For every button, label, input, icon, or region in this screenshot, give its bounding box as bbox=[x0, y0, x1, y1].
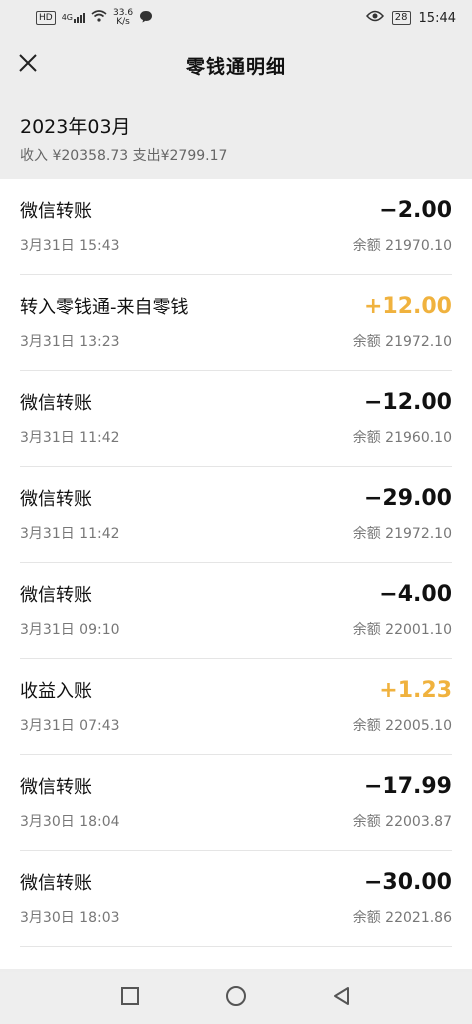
transaction-name: 微信转账 bbox=[20, 201, 92, 222]
transaction-name: 微信转账 bbox=[20, 489, 92, 510]
transaction-time: 3月30日 18:04 bbox=[20, 814, 120, 830]
transaction-name: 微信转账 bbox=[20, 585, 92, 606]
transaction-name: 微信转账 bbox=[20, 873, 92, 894]
transaction-balance: 余额 21970.10 bbox=[352, 238, 452, 254]
app-header: 零钱通明细 bbox=[0, 36, 472, 94]
transaction-amount: +12.00 bbox=[363, 293, 452, 319]
list-item[interactable]: 微信转账 −17.99 3月30日 18:04 余额 22003.87 bbox=[0, 755, 472, 851]
transaction-amount: −17.99 bbox=[363, 773, 452, 799]
triangle-back-icon bbox=[332, 986, 352, 1010]
system-nav-bar bbox=[0, 972, 472, 1024]
status-bar: HD 4G 33.6 K/s 28 15:44 bbox=[0, 0, 472, 36]
transaction-balance: 余额 22003.87 bbox=[352, 814, 452, 830]
transaction-amount: −30.00 bbox=[363, 869, 452, 895]
transaction-time: 3月31日 15:43 bbox=[20, 238, 120, 254]
network-type: 4G bbox=[61, 13, 73, 22]
eye-icon bbox=[365, 10, 384, 26]
recent-apps-button[interactable] bbox=[118, 986, 142, 1010]
transaction-time: 3月31日 11:42 bbox=[20, 526, 120, 542]
list-item[interactable]: 微信转账 −2.00 3月31日 15:43 余额 21970.10 bbox=[0, 179, 472, 275]
transaction-amount: −4.00 bbox=[379, 581, 452, 607]
transaction-balance: 余额 22005.10 bbox=[352, 718, 452, 734]
transaction-amount: +1.23 bbox=[379, 677, 452, 703]
transaction-name: 微信转账 bbox=[20, 777, 92, 798]
transaction-name: 转入零钱通-来自零钱 bbox=[20, 297, 189, 318]
transaction-balance: 余额 22001.10 bbox=[352, 622, 452, 638]
transaction-amount: −12.00 bbox=[363, 389, 452, 415]
list-item[interactable]: 微信转账 −4.00 3月31日 09:10 余额 22001.10 bbox=[0, 563, 472, 659]
circle-icon bbox=[225, 985, 247, 1011]
hd-badge: HD bbox=[36, 11, 56, 25]
square-icon bbox=[120, 986, 140, 1010]
transaction-name: 微信转账 bbox=[20, 393, 92, 414]
network-speed: 33.6 K/s bbox=[113, 9, 133, 27]
list-item[interactable]: 微信转账 −12.00 3月31日 11:42 余额 21960.10 bbox=[0, 371, 472, 467]
month-label: 2023年03月 bbox=[20, 116, 131, 138]
transaction-balance: 余额 21960.10 bbox=[352, 430, 452, 446]
message-icon bbox=[139, 10, 153, 27]
home-button[interactable] bbox=[224, 986, 248, 1010]
battery-icon: 28 bbox=[391, 11, 411, 25]
page-title: 零钱通明细 bbox=[185, 55, 286, 78]
wifi-icon bbox=[91, 10, 107, 26]
transaction-time: 3月31日 13:23 bbox=[20, 334, 120, 350]
list-item[interactable]: 微信转账 −30.00 3月30日 18:03 余额 22021.86 bbox=[0, 851, 472, 947]
close-button[interactable] bbox=[12, 49, 44, 81]
transaction-amount: −29.00 bbox=[363, 485, 452, 511]
transaction-time: 3月31日 07:43 bbox=[20, 718, 120, 734]
list-item[interactable]: 收益入账 +1.23 3月31日 07:43 余额 22005.10 bbox=[0, 659, 472, 755]
transaction-time: 3月31日 11:42 bbox=[20, 430, 120, 446]
transaction-time: 3月31日 09:10 bbox=[20, 622, 120, 638]
transaction-name: 收益入账 bbox=[20, 681, 92, 702]
speed-unit: K/s bbox=[116, 17, 130, 27]
close-icon bbox=[18, 53, 38, 77]
list-item[interactable]: 微信转账 −29.00 3月31日 11:42 余额 21972.10 bbox=[0, 467, 472, 563]
transaction-balance: 余额 22021.86 bbox=[352, 910, 452, 926]
signal-icon: 4G bbox=[62, 13, 85, 23]
status-time: 15:44 bbox=[418, 10, 456, 26]
transaction-balance: 余额 21972.10 bbox=[352, 334, 452, 350]
transaction-list: 微信转账 −2.00 3月31日 15:43 余额 21970.10 转入零钱通… bbox=[0, 179, 472, 969]
back-button[interactable] bbox=[330, 986, 354, 1010]
list-item[interactable]: 转入零钱通-来自零钱 +12.00 3月31日 13:23 余额 21972.1… bbox=[0, 275, 472, 371]
month-income-expense: 收入 ¥20358.73 支出¥2799.17 bbox=[20, 148, 228, 164]
month-summary[interactable]: 2023年03月 收入 ¥20358.73 支出¥2799.17 bbox=[0, 94, 472, 179]
transaction-time: 3月30日 18:03 bbox=[20, 910, 120, 926]
transaction-amount: −2.00 bbox=[379, 197, 452, 223]
transaction-balance: 余额 21972.10 bbox=[352, 526, 452, 542]
